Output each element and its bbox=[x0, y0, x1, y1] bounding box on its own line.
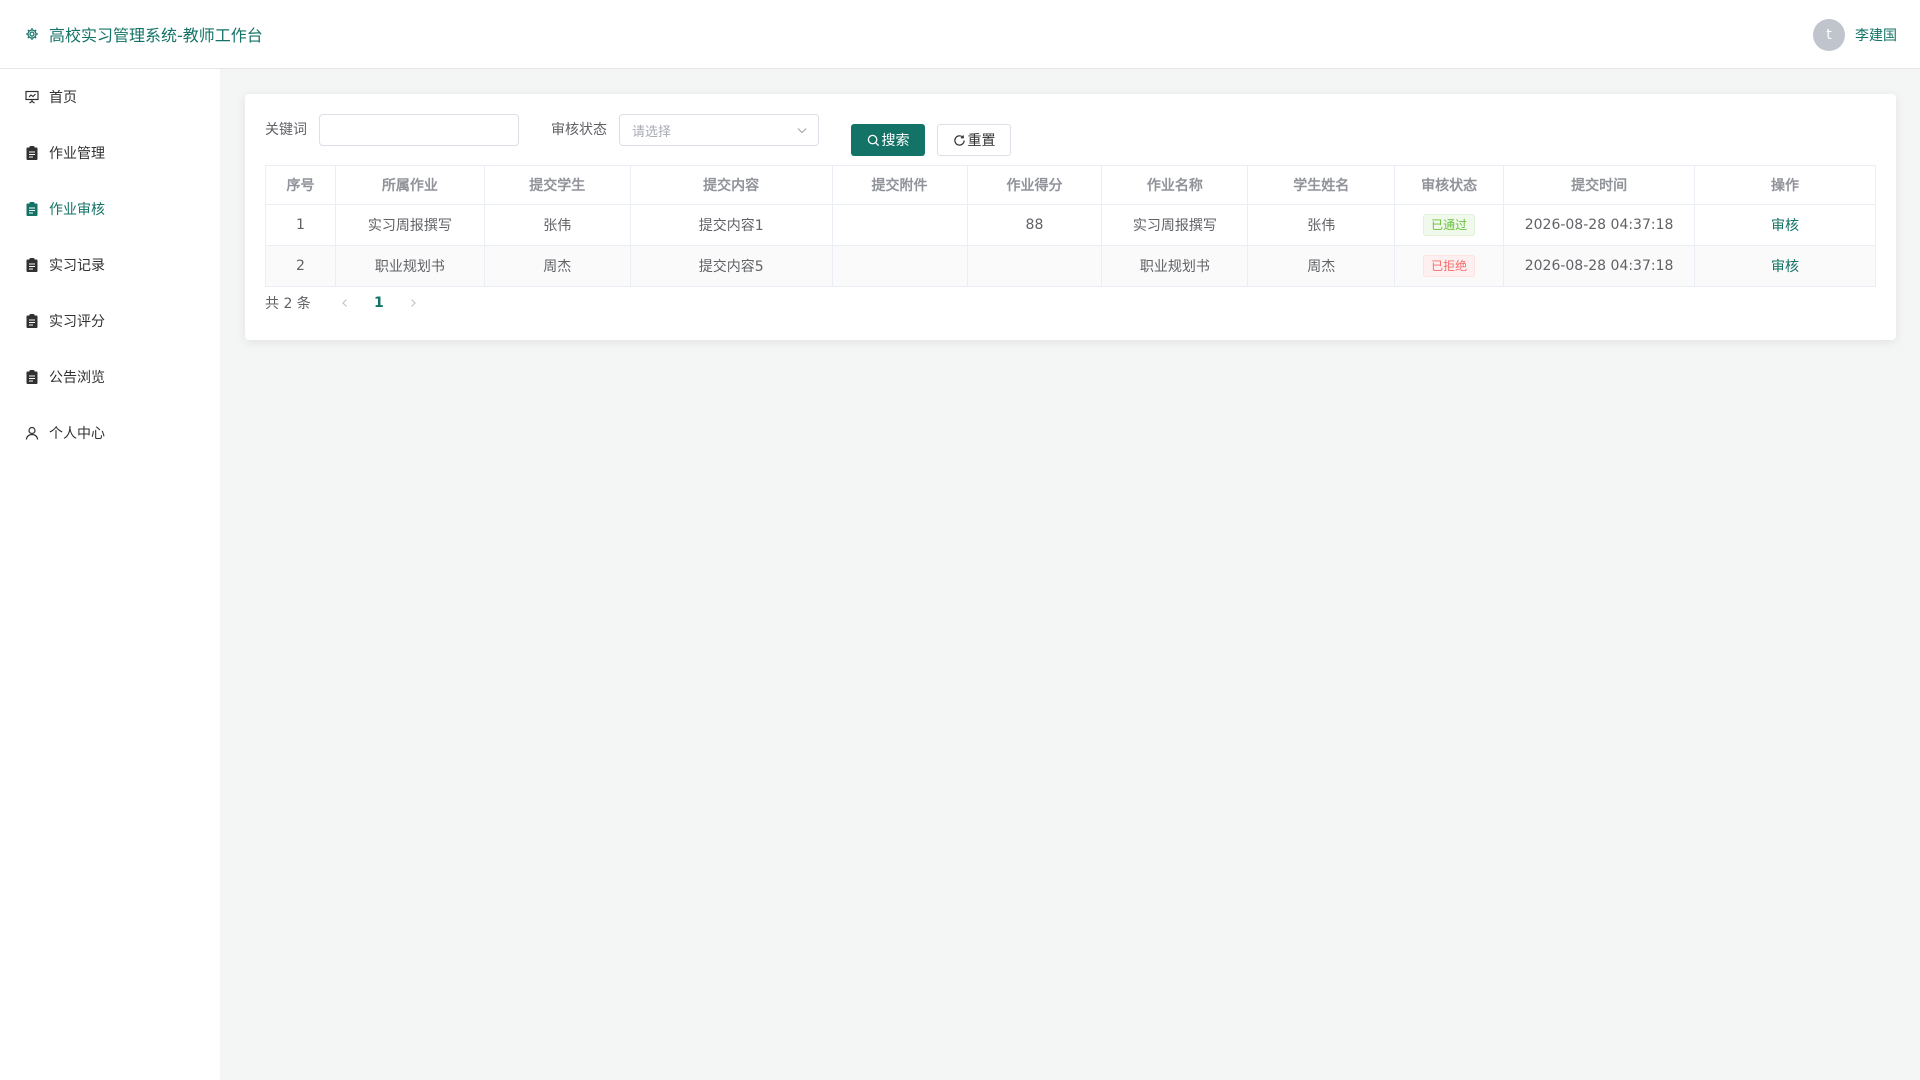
cell-assignment: 实习周报撰写 bbox=[334, 204, 485, 246]
table-header-row: 序号 所属作业 提交学生 提交内容 提交附件 作业得分 作业名称 学生姓名 审核… bbox=[265, 165, 1876, 205]
submissions-table: 序号 所属作业 提交学生 提交内容 提交附件 作业得分 作业名称 学生姓名 审核… bbox=[265, 165, 1876, 287]
search-button[interactable]: 搜索 bbox=[851, 124, 925, 156]
cell-assignment-name: 职业规划书 bbox=[1101, 245, 1249, 287]
column-header: 提交内容 bbox=[629, 165, 833, 205]
next-page-button[interactable] bbox=[403, 291, 423, 315]
status-badge: 已通过 bbox=[1423, 214, 1476, 236]
sidebar-item-label: 作业管理 bbox=[49, 146, 105, 162]
cell-attachment bbox=[831, 245, 968, 287]
sidebar-item-label: 个人中心 bbox=[49, 426, 105, 442]
sidebar-item-internship-records[interactable]: 实习记录 bbox=[0, 237, 220, 293]
cell-time: 2026-08-28 04:37:18 bbox=[1503, 245, 1696, 287]
reset-button-label: 重置 bbox=[967, 132, 996, 148]
refresh-icon bbox=[953, 134, 965, 146]
cell-index: 2 bbox=[265, 245, 336, 287]
clipboard-icon bbox=[25, 370, 39, 384]
column-header: 序号 bbox=[265, 165, 336, 205]
column-header: 所属作业 bbox=[334, 165, 485, 205]
chevron-left-icon bbox=[341, 299, 347, 307]
cell-student: 张伟 bbox=[483, 204, 631, 246]
review-link[interactable]: 审核 bbox=[1771, 259, 1799, 275]
status-badge: 已拒绝 bbox=[1423, 255, 1476, 277]
cell-time: 2026-08-28 04:37:18 bbox=[1503, 204, 1696, 246]
main-card: 关键词 审核状态 请选择 搜索 重置 序号 所属作业 提交学生 提交内容 提交附… bbox=[245, 94, 1896, 340]
cell-action: 审核 bbox=[1694, 204, 1876, 246]
cell-content: 提交内容1 bbox=[629, 204, 833, 246]
sidebar-item-label: 公告浏览 bbox=[49, 370, 105, 386]
cell-status: 已通过 bbox=[1394, 204, 1505, 246]
avatar[interactable]: t bbox=[1813, 19, 1845, 51]
reset-button[interactable]: 重置 bbox=[937, 124, 1011, 156]
status-select[interactable]: 请选择 bbox=[619, 114, 819, 146]
sidebar-item-home[interactable]: 首页 bbox=[0, 69, 220, 125]
app-title: 高校实习管理系统-教师工作台 bbox=[49, 26, 263, 45]
cell-score: 88 bbox=[966, 204, 1103, 246]
pagination: 共 2 条 1 bbox=[265, 291, 423, 315]
cell-status: 已拒绝 bbox=[1394, 245, 1505, 287]
page-number[interactable]: 1 bbox=[363, 291, 395, 315]
sidebar-item-announcements[interactable]: 公告浏览 bbox=[0, 349, 220, 405]
column-header: 作业得分 bbox=[966, 165, 1103, 205]
table-row: 1 实习周报撰写 张伟 提交内容1 88 实习周报撰写 张伟 已通过 2026-… bbox=[265, 204, 1876, 246]
chevron-right-icon bbox=[410, 299, 416, 307]
column-header: 操作 bbox=[1694, 165, 1876, 205]
sidebar-item-assignment-management[interactable]: 作业管理 bbox=[0, 125, 220, 181]
column-header: 提交时间 bbox=[1503, 165, 1696, 205]
sidebar-item-label: 首页 bbox=[49, 90, 77, 106]
status-select-placeholder: 请选择 bbox=[632, 124, 672, 140]
top-header: 高校实习管理系统-教师工作台 t 李建国 bbox=[0, 0, 1920, 69]
column-header: 提交学生 bbox=[483, 165, 631, 205]
user-icon bbox=[25, 426, 39, 440]
column-header: 审核状态 bbox=[1394, 165, 1505, 205]
cell-action: 审核 bbox=[1694, 245, 1876, 287]
clipboard-icon bbox=[25, 314, 39, 328]
cell-student-name: 周杰 bbox=[1247, 245, 1396, 287]
cell-student-name: 张伟 bbox=[1247, 204, 1396, 246]
column-header: 作业名称 bbox=[1101, 165, 1249, 205]
table-row: 2 职业规划书 周杰 提交内容5 职业规划书 周杰 已拒绝 2026-08-28… bbox=[265, 245, 1876, 287]
keyword-label: 关键词 bbox=[265, 122, 307, 138]
presentation-icon bbox=[25, 90, 39, 104]
sidebar-item-label: 实习记录 bbox=[49, 258, 105, 274]
cell-content: 提交内容5 bbox=[629, 245, 833, 287]
search-button-label: 搜索 bbox=[881, 132, 910, 148]
chevron-down-icon bbox=[797, 128, 807, 134]
search-bar: 关键词 审核状态 请选择 搜索 重置 bbox=[265, 114, 1011, 156]
clipboard-icon bbox=[25, 202, 39, 216]
sidebar-item-label: 作业审核 bbox=[49, 202, 105, 218]
prev-page-button[interactable] bbox=[335, 291, 355, 315]
cell-assignment-name: 实习周报撰写 bbox=[1101, 204, 1249, 246]
sidebar-item-label: 实习评分 bbox=[49, 314, 105, 330]
sidebar-item-internship-scoring[interactable]: 实习评分 bbox=[0, 293, 220, 349]
review-link[interactable]: 审核 bbox=[1771, 218, 1799, 234]
cell-index: 1 bbox=[265, 204, 336, 246]
status-label: 审核状态 bbox=[551, 122, 607, 138]
cell-student: 周杰 bbox=[483, 245, 631, 287]
pagination-total: 共 2 条 bbox=[265, 296, 311, 312]
column-header: 提交附件 bbox=[831, 165, 968, 205]
gear-icon bbox=[26, 28, 38, 40]
username[interactable]: 李建国 bbox=[1855, 25, 1897, 45]
clipboard-icon bbox=[25, 258, 39, 272]
sidebar-item-assignment-review[interactable]: 作业审核 bbox=[0, 181, 220, 237]
cell-attachment bbox=[831, 204, 968, 246]
user-menu[interactable]: t 李建国 bbox=[1813, 19, 1897, 51]
sidebar: 首页 作业管理 作业审核 实习记录 实习评分 公告浏览 个人中心 bbox=[0, 69, 220, 1080]
cell-score bbox=[966, 245, 1103, 287]
keyword-input[interactable] bbox=[319, 114, 519, 146]
search-icon bbox=[867, 134, 879, 146]
cell-assignment: 职业规划书 bbox=[334, 245, 485, 287]
sidebar-item-profile[interactable]: 个人中心 bbox=[0, 405, 220, 461]
column-header: 学生姓名 bbox=[1247, 165, 1396, 205]
clipboard-icon bbox=[25, 146, 39, 160]
brand: 高校实习管理系统-教师工作台 bbox=[25, 22, 263, 46]
